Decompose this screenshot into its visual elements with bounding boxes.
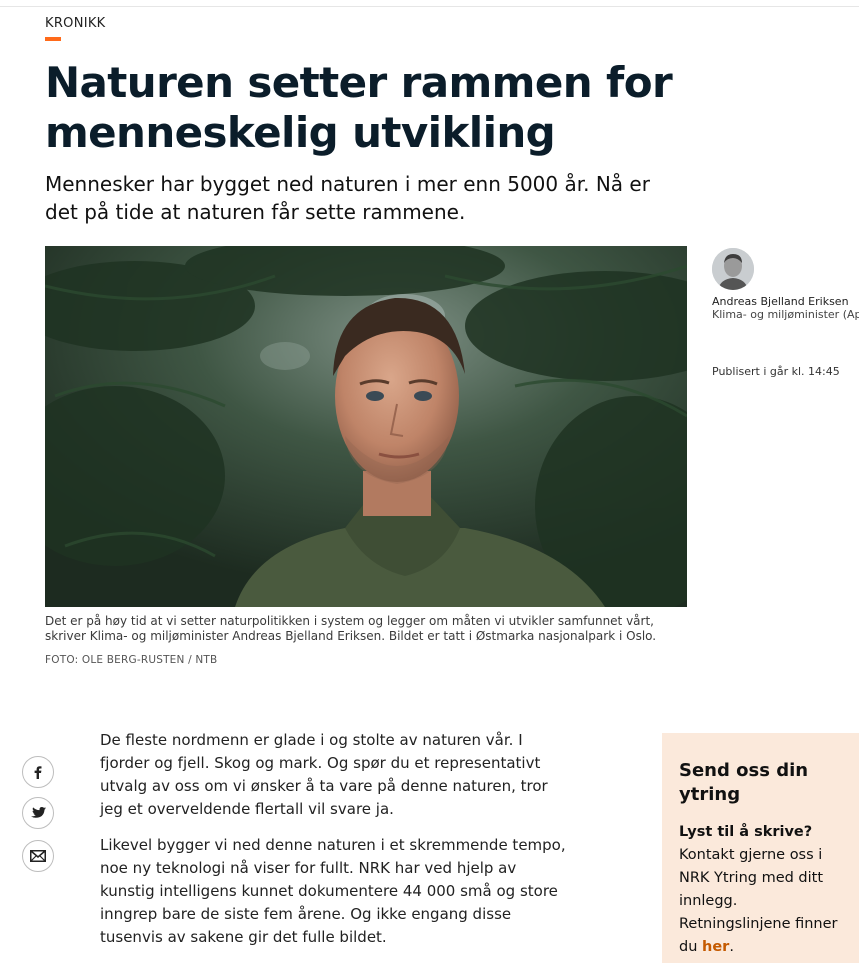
top-divider <box>0 6 859 7</box>
send-box-text: Kontakt gjerne oss i NRK Ytring med ditt… <box>679 844 841 959</box>
send-box-title: Send oss din ytring <box>679 760 809 805</box>
author-avatar[interactable] <box>712 248 754 290</box>
image-credit: FOTO: OLE BERG-RUSTEN / NTB <box>45 654 218 666</box>
article-body: De fleste nordmenn er glade i og stolte … <box>100 729 570 962</box>
author-name[interactable]: Andreas Bjelland Eriksen <box>712 295 859 308</box>
share-facebook-button[interactable] <box>22 756 54 788</box>
send-ytring-box: Send oss din ytring Lyst til å skrive? K… <box>662 733 859 963</box>
published-timestamp: Publisert i går kl. 14:45 <box>712 365 840 378</box>
author-role: Klima- og miljøminister (Ap) <box>712 308 859 321</box>
image-caption: Det er på høy tid at vi setter naturpoli… <box>45 614 657 643</box>
body-paragraph: De fleste nordmenn er glade i og stolte … <box>100 731 548 818</box>
article-page: KRONIKK Naturen setter rammen for mennes… <box>0 0 859 963</box>
email-icon <box>30 850 46 862</box>
facebook-icon <box>34 766 42 779</box>
body-paragraph: Likevel bygger vi ned denne naturen i et… <box>100 836 566 946</box>
article-hero-image <box>45 246 687 607</box>
share-twitter-button[interactable] <box>22 797 54 829</box>
twitter-icon <box>30 807 46 818</box>
send-box-link-suffix: . <box>729 939 734 955</box>
author-block: Andreas Bjelland Eriksen Klima- og miljø… <box>712 248 859 321</box>
article-headline: Naturen setter rammen for menneskelig ut… <box>45 58 673 157</box>
share-email-button[interactable] <box>22 840 54 872</box>
guidelines-link[interactable]: her <box>702 939 729 955</box>
send-box-lead: Lyst til å skrive? <box>679 824 813 840</box>
article-lead: Mennesker har bygget ned naturen i mer e… <box>45 172 650 224</box>
article-kicker: KRONIKK <box>45 16 106 31</box>
kicker-accent-bar <box>45 37 61 41</box>
